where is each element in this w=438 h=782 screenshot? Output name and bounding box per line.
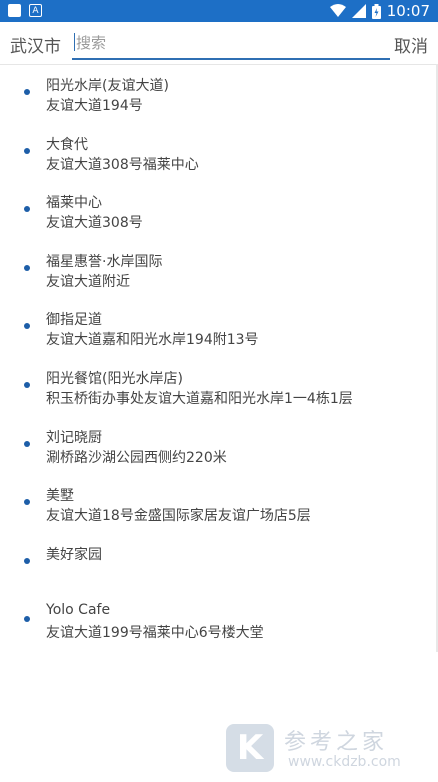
- place-name: Yolo Cafe: [46, 602, 111, 619]
- list-item[interactable]: 刘记晓厨 涮桥路沙湖公园西侧约220米: [0, 417, 436, 476]
- city-selector[interactable]: 武汉市: [10, 32, 61, 57]
- place-name: 美好家园: [46, 546, 102, 563]
- place-address: 友谊大道194号: [46, 98, 143, 114]
- bullet-icon: [24, 147, 30, 154]
- place-name: 福星惠誉·水岸国际: [46, 253, 163, 270]
- list-item[interactable]: 大食代 友谊大道308号福莱中心: [0, 124, 436, 183]
- bullet-icon: [24, 616, 30, 623]
- bullet-icon: [24, 440, 30, 447]
- bullet-icon: [24, 206, 30, 213]
- list-item[interactable]: 美好家园: [0, 534, 436, 593]
- watermark-logo-icon: K: [226, 724, 274, 772]
- list-item[interactable]: 阳光水岸(友谊大道) 友谊大道194号: [0, 65, 436, 124]
- bullet-icon: [24, 381, 30, 388]
- status-right-icons: 10:07: [329, 2, 430, 20]
- search-input[interactable]: [74, 30, 378, 56]
- notification-icon: [8, 4, 21, 17]
- place-address: 涮桥路沙湖公园西侧约220米: [46, 449, 227, 466]
- bullet-icon: [24, 323, 30, 330]
- place-address: 友谊大道308号福莱中心: [46, 156, 199, 173]
- place-address: 积玉桥街办事处友谊大道嘉和阳光水岸1一4栋1层: [46, 390, 353, 407]
- battery-icon: [371, 3, 381, 19]
- a-app-icon: A: [29, 4, 42, 17]
- watermark-title: 参考之家: [284, 730, 389, 755]
- place-address: 友谊大道308号: [46, 215, 143, 232]
- status-bar: A 10:07: [0, 0, 438, 22]
- bullet-icon: [24, 89, 30, 95]
- list-item[interactable]: 阳光餐馆(阳光水岸店) 积玉桥街办事处友谊大道嘉和阳光水岸1一4栋1层: [0, 358, 436, 417]
- wifi-icon: [329, 4, 346, 17]
- place-name: 阳光餐馆(阳光水岸店): [46, 370, 183, 387]
- place-name: 大食代: [46, 136, 88, 153]
- search-field[interactable]: [72, 28, 390, 60]
- list-item[interactable]: 美墅 友谊大道18号金盛国际家居友谊广场店5层: [0, 475, 436, 534]
- place-name: 御指足道: [46, 312, 102, 329]
- status-left-icons: A: [8, 4, 42, 17]
- place-address: 友谊大道18号金盛国际家居友谊广场店5层: [46, 508, 311, 525]
- place-name: 阳光水岸(友谊大道): [46, 78, 169, 94]
- status-time: 10:07: [386, 2, 430, 20]
- results-list: 阳光水岸(友谊大道) 友谊大道194号 大食代 友谊大道308号福莱中心 福莱中…: [0, 65, 436, 651]
- empty-area: K 参考之家 www.ckdzb.com: [0, 652, 438, 782]
- list-item[interactable]: 福莱中心 友谊大道308号: [0, 182, 436, 241]
- place-name: 刘记晓厨: [46, 429, 102, 446]
- bullet-icon: [24, 264, 30, 271]
- watermark: K 参考之家 www.ckdzb.com: [226, 724, 426, 774]
- place-name: 福莱中心: [46, 195, 102, 212]
- list-item[interactable]: Yolo Cafe 友谊大道199号福莱中心6号楼大堂: [0, 592, 436, 651]
- place-address: 友谊大道附近: [46, 273, 130, 290]
- watermark-url: www.ckdzb.com: [288, 754, 401, 770]
- bullet-icon: [24, 499, 30, 506]
- place-address: 友谊大道嘉和阳光水岸194附13号: [46, 332, 259, 349]
- list-item[interactable]: 御指足道 友谊大道嘉和阳光水岸194附13号: [0, 299, 436, 358]
- list-item[interactable]: 福星惠誉·水岸国际 友谊大道附近: [0, 241, 436, 300]
- bullet-icon: [24, 557, 30, 564]
- search-bar: 武汉市 取消: [0, 22, 438, 65]
- cancel-button[interactable]: 取消: [394, 32, 428, 57]
- place-name: 美墅: [46, 488, 74, 505]
- place-address: 友谊大道199号福莱中心6号楼大堂: [46, 625, 264, 642]
- signal-icon: [351, 4, 366, 18]
